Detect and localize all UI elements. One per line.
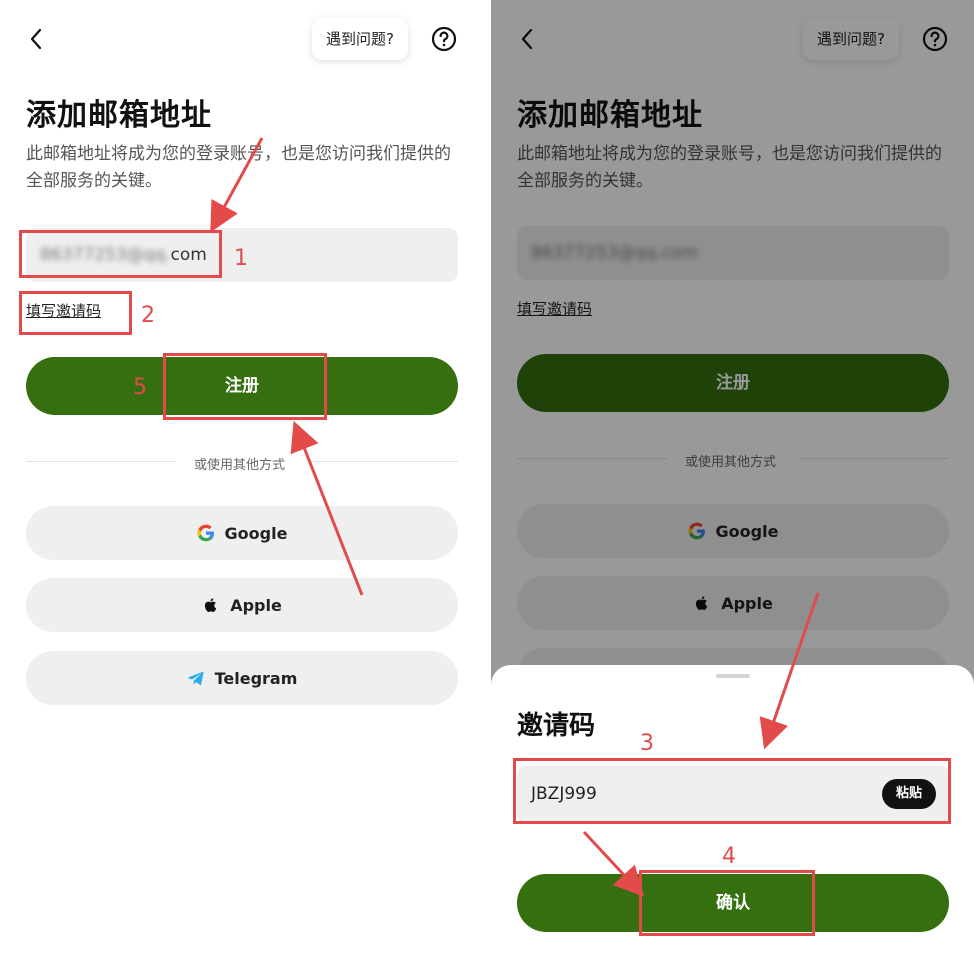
annotation-box-invite (19, 291, 132, 335)
annotation-number-5: 5 (133, 375, 147, 400)
divider-line-right (308, 461, 458, 462)
sheet-drag-handle[interactable] (716, 674, 750, 678)
invite-code-sheet: 邀请码 JBZJ999 粘贴 确认 3 4 (491, 665, 974, 965)
google-icon (197, 524, 214, 542)
register-screen: 遇到问题? 添加邮箱地址 此邮箱地址将成为您的登录账号，也是您访问我们提供的全部… (0, 0, 484, 965)
page-description: 此邮箱地址将成为您的登录账号，也是您访问我们提供的全部服务的关键。 (26, 144, 451, 191)
telegram-icon (187, 671, 204, 685)
back-arrow-icon[interactable] (26, 26, 48, 52)
annotation-number-1: 1 (234, 246, 248, 271)
telegram-label: Telegram (214, 668, 298, 688)
apple-label: Apple (230, 595, 282, 615)
divider-line-left (26, 461, 176, 462)
invite-code-screen: 遇到问题? 添加邮箱地址 此邮箱地址将成为您的登录账号，也是您访问我们提供的全部… (491, 0, 974, 965)
apple-icon (205, 598, 217, 613)
divider-text: 或使用其他方式 (194, 458, 286, 473)
annotation-number-2: 2 (141, 303, 155, 328)
annotation-box-email (19, 230, 222, 278)
page-title: 添加邮箱地址 (26, 98, 212, 133)
help-bubble[interactable]: 遇到问题? (312, 18, 408, 60)
sheet-title: 邀请码 (517, 711, 596, 741)
apple-login-button[interactable]: Apple (26, 578, 458, 632)
annotation-box-confirm (639, 870, 815, 936)
google-label: Google (224, 523, 288, 543)
annotation-number-3: 3 (640, 731, 654, 756)
google-login-button[interactable]: Google (26, 506, 458, 560)
telegram-login-button[interactable]: Telegram (26, 651, 458, 705)
question-circle-icon[interactable] (431, 26, 457, 52)
panel-gap (484, 0, 491, 965)
annotation-number-4: 4 (722, 844, 736, 869)
annotation-box-code (513, 758, 951, 824)
annotation-box-register (163, 353, 327, 420)
